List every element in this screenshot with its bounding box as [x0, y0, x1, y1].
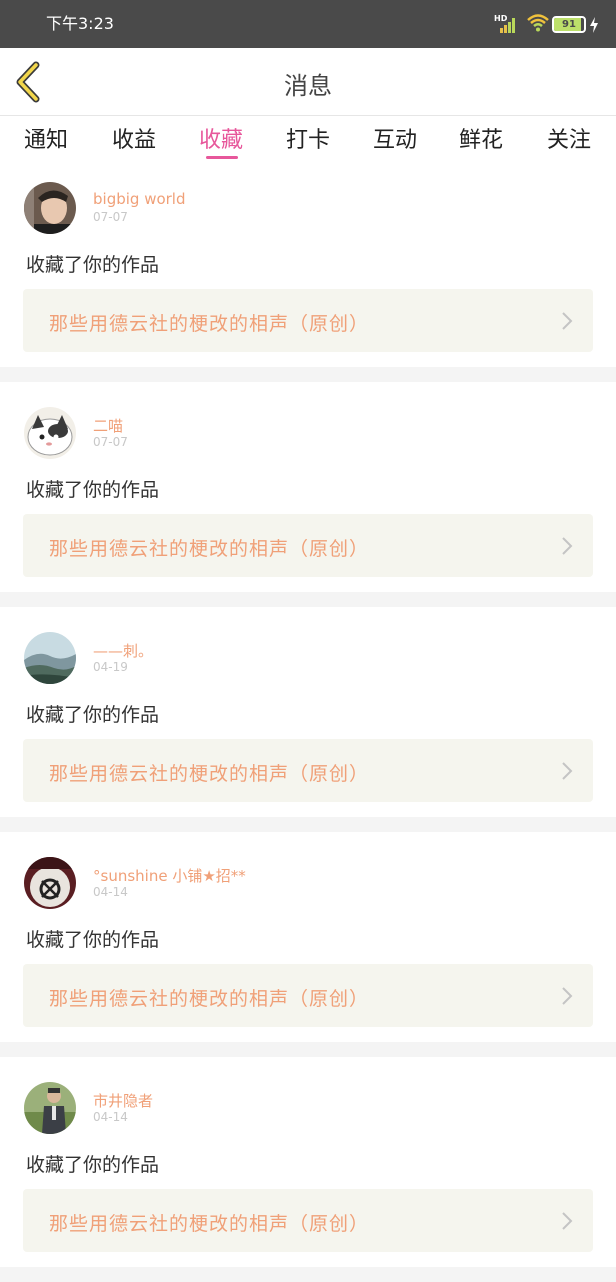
signal-icon: HD: [494, 14, 518, 34]
chevron-right-icon: [562, 312, 573, 330]
message-date: 07-07: [93, 435, 128, 449]
username[interactable]: °sunshine 小铺★招**: [93, 865, 246, 886]
work-link[interactable]: 那些用德云社的梗改的相声（原创）: [23, 964, 593, 1027]
message-tabs: 通知 收益 收藏 打卡 互动 鲜花 关注: [0, 116, 616, 166]
message-action: 收藏了你的作品: [26, 479, 160, 501]
work-link[interactable]: 那些用德云社的梗改的相声（原创）: [23, 1189, 593, 1252]
divider: [0, 367, 616, 382]
message-item: 市井隐者 04-14 收藏了你的作品 那些用德云社的梗改的相声（原创）: [0, 1066, 616, 1276]
battery-level: 91: [562, 19, 576, 30]
message-item: °sunshine 小铺★招** 04-14 收藏了你的作品 那些用德云社的梗改…: [0, 841, 616, 1051]
message-date: 04-14: [93, 885, 128, 899]
chevron-right-icon: [562, 537, 573, 555]
avatar[interactable]: [24, 632, 76, 684]
work-title: 那些用德云社的梗改的相声（原创）: [49, 1213, 370, 1235]
message-date: 07-07: [93, 210, 128, 224]
message-item: 二喵 07-07 收藏了你的作品 那些用德云社的梗改的相声（原创）: [0, 391, 616, 601]
chevron-right-icon: [562, 1212, 573, 1230]
tab-following[interactable]: 关注: [547, 122, 591, 158]
network-type-label: HD: [494, 14, 508, 23]
avatar[interactable]: [24, 182, 76, 234]
username[interactable]: bigbig world: [93, 190, 186, 208]
message-action: 收藏了你的作品: [26, 1154, 160, 1176]
divider: [0, 592, 616, 607]
work-title: 那些用德云社的梗改的相声（原创）: [49, 313, 370, 335]
work-title: 那些用德云社的梗改的相声（原创）: [49, 763, 370, 785]
wifi-icon: [527, 12, 549, 34]
work-link[interactable]: 那些用德云社的梗改的相声（原创）: [23, 289, 593, 352]
divider: [0, 1042, 616, 1057]
tab-favorites[interactable]: 收藏: [199, 122, 243, 158]
tab-notifications[interactable]: 通知: [24, 122, 68, 158]
work-link[interactable]: 那些用德云社的梗改的相声（原创）: [23, 514, 593, 577]
message-action: 收藏了你的作品: [26, 704, 160, 726]
avatar[interactable]: [24, 407, 76, 459]
header-bar: 消息: [0, 48, 616, 116]
avatar[interactable]: [24, 1082, 76, 1134]
username[interactable]: 市井隐者: [93, 1090, 153, 1111]
tab-checkin[interactable]: 打卡: [286, 122, 330, 158]
message-item: bigbig world 07-07 收藏了你的作品 那些用德云社的梗改的相声（…: [0, 166, 616, 376]
work-link[interactable]: 那些用德云社的梗改的相声（原创）: [23, 739, 593, 802]
status-time: 下午3:23: [46, 14, 114, 33]
message-action: 收藏了你的作品: [26, 254, 160, 276]
message-item: ——刺。 04-19 收藏了你的作品 那些用德云社的梗改的相声（原创）: [0, 616, 616, 826]
divider: [0, 817, 616, 832]
tab-flowers[interactable]: 鲜花: [459, 122, 503, 158]
username[interactable]: 二喵: [93, 415, 123, 436]
avatar[interactable]: [24, 857, 76, 909]
username[interactable]: ——刺。: [93, 640, 153, 661]
chevron-right-icon: [562, 762, 573, 780]
work-title: 那些用德云社的梗改的相声（原创）: [49, 988, 370, 1010]
charging-icon: [589, 17, 599, 33]
status-bar: 下午3:23 HD 91: [0, 0, 616, 48]
tab-interactions[interactable]: 互动: [373, 122, 417, 158]
message-date: 04-19: [93, 660, 128, 674]
battery-icon: 91: [552, 16, 586, 33]
chevron-right-icon: [562, 987, 573, 1005]
message-action: 收藏了你的作品: [26, 929, 160, 951]
tab-earnings[interactable]: 收益: [112, 122, 156, 158]
page-title: 消息: [284, 72, 332, 100]
message-date: 04-14: [93, 1110, 128, 1124]
active-tab-indicator: [206, 156, 238, 159]
work-title: 那些用德云社的梗改的相声（原创）: [49, 538, 370, 560]
